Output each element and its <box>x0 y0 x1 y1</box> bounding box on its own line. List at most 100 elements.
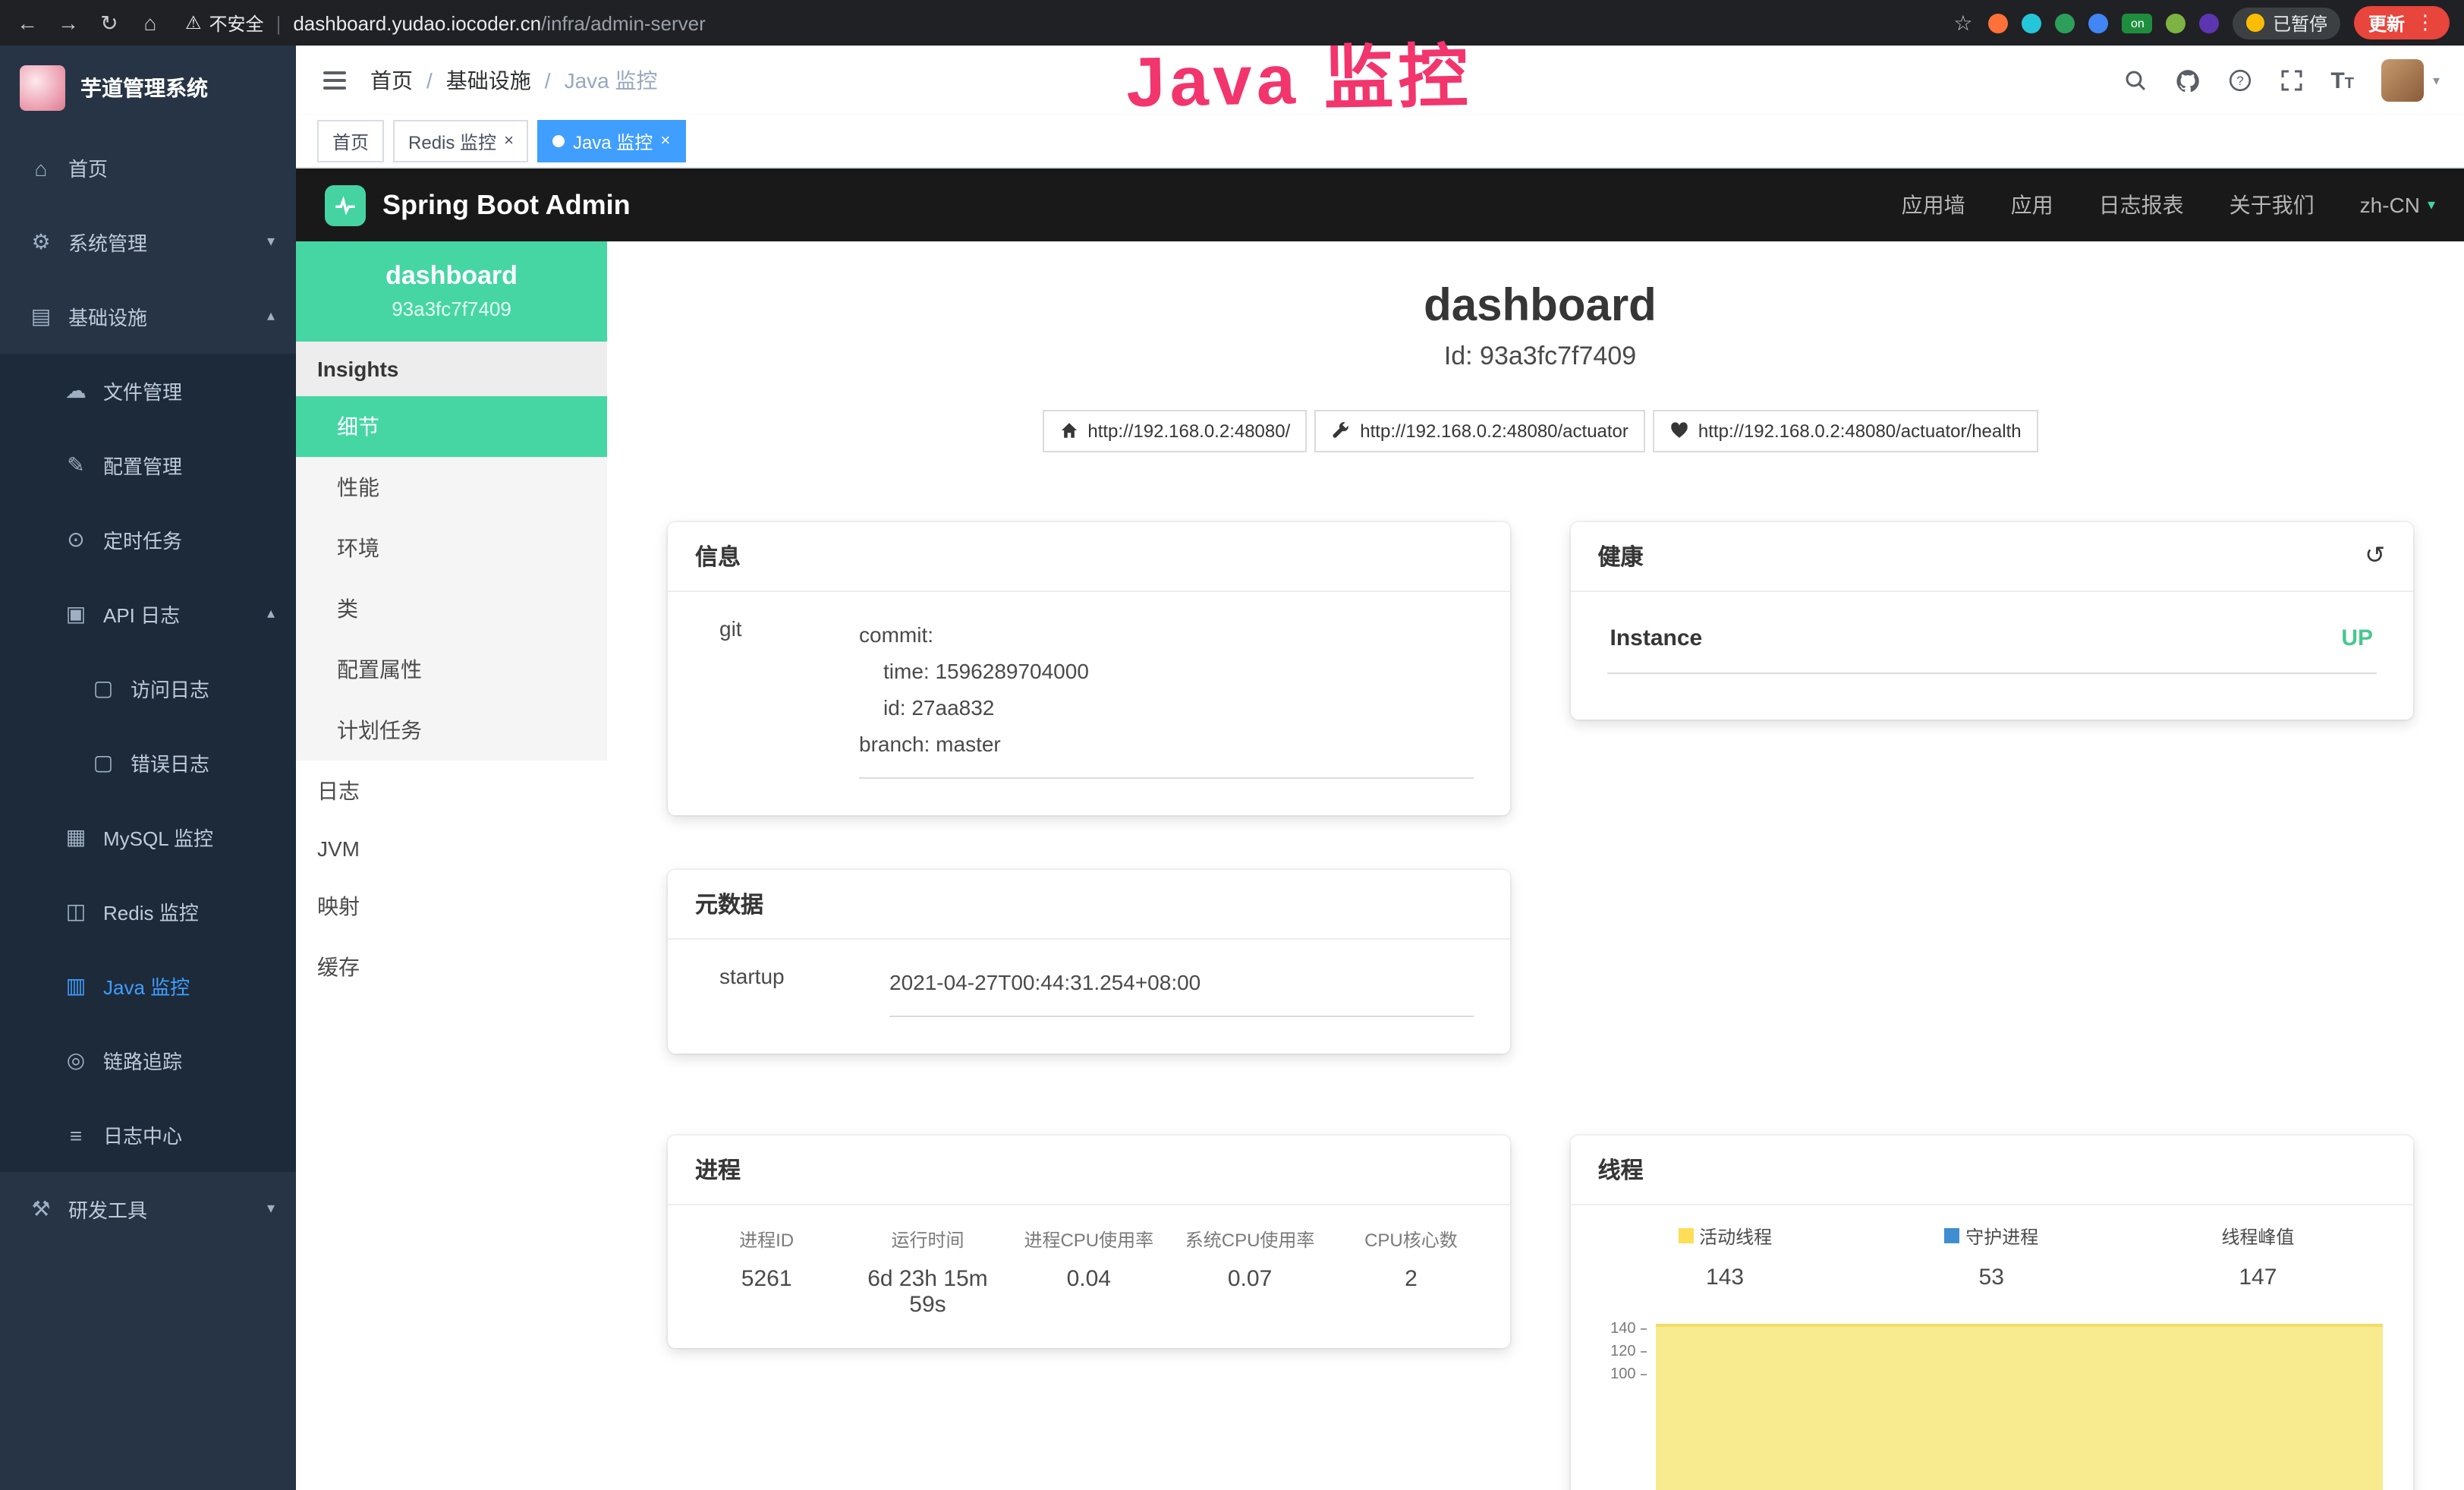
help-icon[interactable]: ? <box>2227 68 2252 93</box>
sba-nav-about[interactable]: 关于我们 <box>2230 190 2315 220</box>
document-icon: ▣ <box>64 601 88 627</box>
extension-on-badge[interactable]: on <box>2123 13 2153 33</box>
sidebar-item-file-mgmt[interactable]: ☁ 文件管理 <box>0 354 296 428</box>
tab-redis-monitor[interactable]: Redis 监控 × <box>393 120 529 162</box>
sba-item-details[interactable]: 细节 <box>296 396 607 457</box>
paused-badge[interactable]: 已暂停 <box>2233 7 2341 39</box>
extension-icon-6[interactable] <box>2200 13 2220 33</box>
history-icon[interactable]: ↺ <box>2365 540 2385 571</box>
sidebar-item-java-monitor[interactable]: ▥ Java 监控 <box>0 949 296 1023</box>
bookmark-star-icon[interactable]: ☆ <box>1951 10 1975 36</box>
sidebar-item-system[interactable]: ⚙ 系统管理 ▾ <box>0 205 296 279</box>
sidebar-item-infra[interactable]: ▤ 基础设施 ▴ <box>0 279 296 354</box>
sba-nav-wallboard[interactable]: 应用墙 <box>1902 190 1965 220</box>
sba-item-logs[interactable]: 日志 <box>296 761 607 821</box>
sidebar-item-dev-tools[interactable]: ⚒ 研发工具 ▾ <box>0 1172 296 1246</box>
search-icon[interactable] <box>2123 68 2147 93</box>
instance-header[interactable]: dashboard 93a3fc7f7409 <box>296 241 607 342</box>
sidebar-item-tracing[interactable]: ◎ 链路追踪 <box>0 1023 296 1098</box>
heart-icon <box>1669 421 1689 440</box>
sba-nav-applications[interactable]: 应用 <box>2011 190 2053 220</box>
sidebar-item-mysql-monitor[interactable]: ▦ MySQL 监控 <box>0 800 296 874</box>
extension-icon-1[interactable] <box>1989 13 2009 33</box>
avatar <box>2381 59 2424 102</box>
sba-item-scheduled-tasks[interactable]: 计划任务 <box>296 700 607 761</box>
browser-home-icon[interactable]: ⌂ <box>138 11 162 35</box>
health-url-link[interactable]: http://192.168.0.2:48080/actuator/health <box>1653 409 2038 452</box>
app-navbar: 首页 / 基础设施 / Java 监控 ? TT <box>296 46 2464 115</box>
user-menu[interactable]: ▾ <box>2381 59 2440 102</box>
sidebar-item-log-center[interactable]: ≡ 日志中心 <box>0 1098 296 1172</box>
sidebar-item-config-mgmt[interactable]: ✎ 配置管理 <box>0 428 296 502</box>
gear-icon: ⚙ <box>29 229 53 255</box>
chart-y-axis: 140 120 100 <box>1592 1318 1647 1386</box>
page-title: dashboard <box>668 281 2412 333</box>
metadata-card-title: 元数据 <box>668 869 1510 939</box>
sba-item-classes[interactable]: 类 <box>296 578 607 639</box>
security-chip[interactable]: ⚠ 不安全 <box>185 10 264 36</box>
actuator-url-link[interactable]: http://192.168.0.2:48080/actuator <box>1314 409 1645 452</box>
extension-icon-3[interactable] <box>2056 13 2075 33</box>
sidebar-item-label: 错误日志 <box>131 748 209 777</box>
info-card-title: 信息 <box>668 521 1510 591</box>
sba-logo-icon[interactable] <box>325 184 366 225</box>
update-button[interactable]: 更新 ⋮ <box>2355 6 2449 39</box>
sidebar-item-label: 配置管理 <box>103 451 182 480</box>
reload-icon[interactable]: ↻ <box>97 10 121 36</box>
close-icon[interactable]: × <box>504 132 514 150</box>
y-tick: 140 <box>1592 1318 1647 1340</box>
tab-java-monitor[interactable]: Java 监控 × <box>538 120 685 162</box>
font-size-icon[interactable]: TT <box>2330 68 2354 93</box>
sba-nav-language[interactable]: zh-CN ▾ <box>2360 193 2435 217</box>
tab-label: 首页 <box>332 128 369 154</box>
sba-item-caches[interactable]: 缓存 <box>296 937 607 997</box>
extension-icon-4[interactable] <box>2089 13 2109 33</box>
sba-nav-journal[interactable]: 日志报表 <box>2099 190 2184 220</box>
legend-daemon-threads: 守护进程 53 <box>1858 1223 2125 1290</box>
github-icon[interactable] <box>2174 68 2200 93</box>
hamburger-icon[interactable] <box>320 65 349 96</box>
metadata-value: 2021-04-27T00:44:31.254+08:00 <box>889 963 1474 1016</box>
kebab-menu-icon[interactable]: ⋮ <box>2415 11 2435 35</box>
sidebar-item-api-logs[interactable]: ▣ API 日志 ▴ <box>0 577 296 651</box>
sba-item-config-props[interactable]: 配置属性 <box>296 639 607 700</box>
forward-icon[interactable]: → <box>56 11 80 35</box>
address-bar[interactable]: ⚠ 不安全 | dashboard.yudao.iocoder.cn/infra… <box>185 10 1934 36</box>
extension-icon-5[interactable] <box>2167 13 2186 33</box>
breadcrumb-infra[interactable]: 基础设施 <box>446 65 531 96</box>
wrench-icon <box>1331 421 1351 440</box>
url-text[interactable]: dashboard.yudao.iocoder.cn/infra/admin-s… <box>293 11 705 34</box>
database-icon: ▦ <box>64 824 88 850</box>
sba-item-jvm[interactable]: JVM <box>296 821 607 876</box>
app-logo[interactable]: 芋道管理系统 <box>0 46 296 131</box>
sidebar-item-label: 研发工具 <box>68 1195 147 1224</box>
stat-process-cpu: 进程CPU使用率 0.04 <box>1009 1226 1169 1317</box>
sba-item-mappings[interactable]: 映射 <box>296 876 607 937</box>
threads-chart: 140 120 100 <box>1592 1318 2392 1490</box>
sba-brand-title[interactable]: Spring Boot Admin <box>382 189 631 221</box>
sidebar-item-label: Redis 监控 <box>103 897 199 926</box>
warning-icon: ⚠ <box>185 12 202 33</box>
breadcrumb-home[interactable]: 首页 <box>370 65 413 96</box>
breadcrumb-separator: / <box>426 68 433 93</box>
clock-icon: ⊙ <box>64 527 88 553</box>
sidebar-item-error-logs[interactable]: ▢ 错误日志 <box>0 726 296 800</box>
threads-legend: 活动线程 143 守护进程 53 线程峰值 <box>1592 1223 2392 1290</box>
sidebar-item-home[interactable]: ⌂ 首页 <box>0 131 296 205</box>
tab-home[interactable]: 首页 <box>317 120 384 162</box>
fullscreen-icon[interactable] <box>2279 68 2303 93</box>
link-label: http://192.168.0.2:48080/actuator/health <box>1698 420 2022 441</box>
sba-item-metrics[interactable]: 性能 <box>296 457 607 518</box>
back-icon[interactable]: ← <box>15 11 39 35</box>
omnibox-divider: | <box>276 11 282 34</box>
sba-item-environment[interactable]: 环境 <box>296 518 607 578</box>
extension-icon-2[interactable] <box>2022 13 2042 33</box>
navbar-actions: ? TT ▾ <box>2123 59 2440 102</box>
sidebar-item-redis-monitor[interactable]: ◫ Redis 监控 <box>0 874 296 949</box>
service-url-link[interactable]: http://192.168.0.2:48080/ <box>1042 409 1307 452</box>
close-icon[interactable]: × <box>660 132 670 150</box>
sidebar-item-scheduled-jobs[interactable]: ⊙ 定时任务 <box>0 502 296 577</box>
right-column: 健康 ↺ Instance UP <box>1571 521 2413 719</box>
sidebar-item-access-logs[interactable]: ▢ 访问日志 <box>0 651 296 726</box>
sidebar-item-label: 访问日志 <box>131 674 209 703</box>
